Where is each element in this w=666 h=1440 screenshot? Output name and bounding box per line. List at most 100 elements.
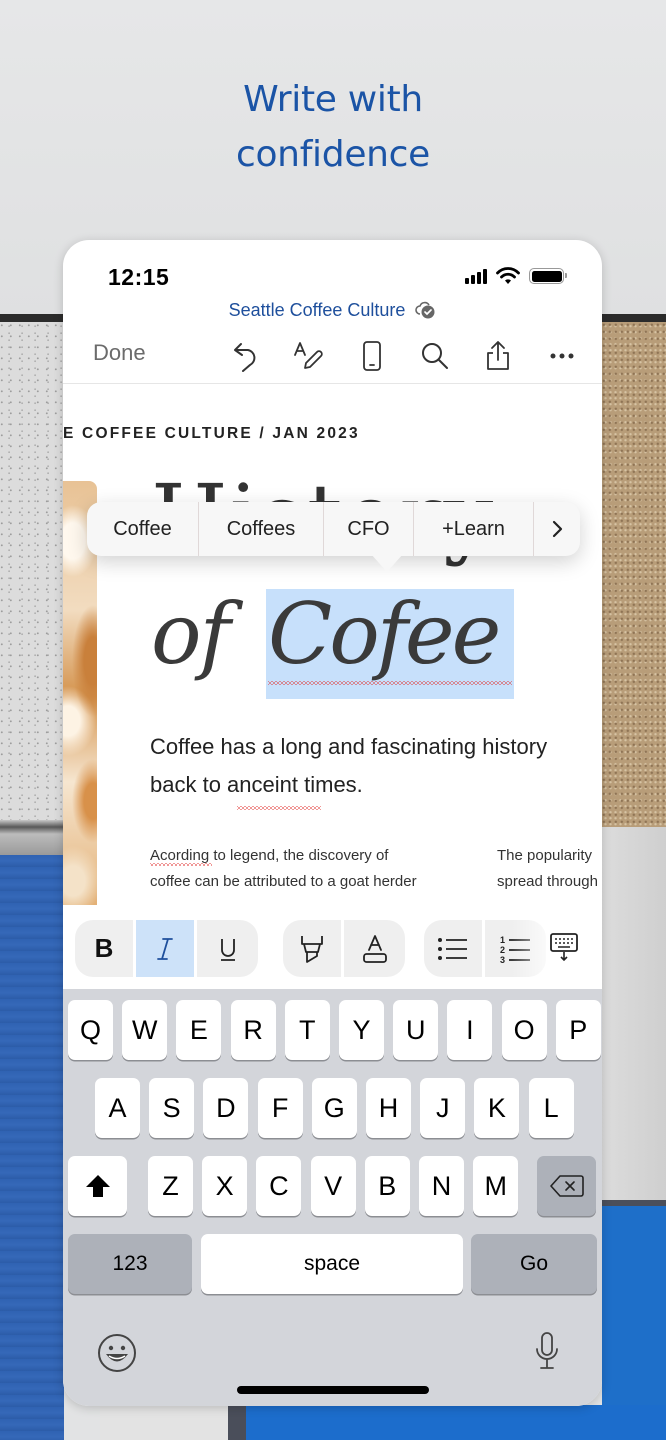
numbers-key[interactable]: 123 xyxy=(68,1234,192,1294)
more-button[interactable] xyxy=(544,338,580,374)
misspelled-word-acording[interactable]: Acording xyxy=(150,847,209,864)
space-key[interactable]: space xyxy=(201,1234,463,1294)
background-bottom-dark xyxy=(228,1405,246,1440)
more-icon xyxy=(550,353,574,359)
document-title-text: Seattle Coffee Culture xyxy=(228,300,406,320)
document-title[interactable]: Seattle Coffee Culture xyxy=(63,300,602,321)
key-y[interactable]: Y xyxy=(339,1000,384,1060)
color-group xyxy=(283,920,405,977)
key-u[interactable]: U xyxy=(393,1000,439,1060)
body-paragraph: Coffee has a long and fascinating histor… xyxy=(150,728,602,804)
suggestion-learn[interactable]: +Learn xyxy=(414,502,534,556)
spellcheck-underline xyxy=(150,863,212,866)
home-indicator[interactable] xyxy=(237,1386,429,1394)
bold-button[interactable]: B xyxy=(75,920,136,977)
body-line-2: back to anceint times. xyxy=(150,766,602,804)
undo-button[interactable] xyxy=(228,338,264,374)
key-p[interactable]: P xyxy=(555,1000,601,1060)
key-v[interactable]: V xyxy=(310,1156,356,1216)
key-z[interactable]: Z xyxy=(148,1156,193,1216)
suggestion-cfo[interactable]: CFO xyxy=(324,502,414,556)
status-icons xyxy=(465,267,567,285)
phone-screen: 12:15 Seattle Coffee Culture Done E COFF… xyxy=(63,240,602,1406)
background-shelf xyxy=(0,820,64,855)
bulleted-list-icon xyxy=(438,937,467,960)
column-2-text: The popularity spread through xyxy=(497,843,598,895)
misspelled-word-anceint[interactable]: anceint xyxy=(227,772,298,797)
bulleted-list-button[interactable] xyxy=(424,920,485,977)
key-n[interactable]: N xyxy=(419,1156,464,1216)
promo-headline-line1: Write with xyxy=(243,79,423,120)
app-toolbar: Done xyxy=(63,332,602,384)
key-b[interactable]: B xyxy=(364,1156,410,1216)
key-d[interactable]: D xyxy=(203,1078,249,1138)
italic-icon xyxy=(157,937,173,960)
background-left-wall xyxy=(0,322,64,827)
dismiss-keyboard-button[interactable] xyxy=(549,932,579,967)
shift-icon xyxy=(85,1175,110,1197)
battery-icon xyxy=(529,268,567,284)
key-g[interactable]: G xyxy=(311,1078,357,1138)
highlight-button[interactable] xyxy=(283,920,344,977)
undo-icon xyxy=(234,343,256,372)
selected-misspelled-word[interactable]: Cofee xyxy=(268,585,501,683)
spellcheck-underline xyxy=(268,681,512,685)
suggestion-coffee[interactable]: Coffee xyxy=(87,502,199,556)
key-r[interactable]: R xyxy=(230,1000,276,1060)
suggestions-more-button[interactable] xyxy=(534,502,580,556)
key-k[interactable]: K xyxy=(474,1078,520,1138)
key-i[interactable]: I xyxy=(447,1000,493,1060)
underline-button[interactable] xyxy=(197,920,258,977)
promo-headline: Write with confidence xyxy=(0,72,666,182)
microphone-icon xyxy=(536,1332,558,1369)
keyboard-dismiss-icon xyxy=(550,933,578,962)
column-1-text: Acording to legend, the discovery of cof… xyxy=(150,843,417,895)
done-button[interactable]: Done xyxy=(93,340,146,366)
key-o[interactable]: O xyxy=(501,1000,547,1060)
spellcheck-underline xyxy=(237,806,321,810)
column-2-line-2: spread through xyxy=(497,873,598,890)
mobile-view-icon xyxy=(363,341,381,371)
key-w[interactable]: W xyxy=(122,1000,168,1060)
underline-icon xyxy=(220,938,235,961)
svg-text:2: 2 xyxy=(500,945,505,955)
font-color-button[interactable] xyxy=(344,920,405,977)
background-blue-left xyxy=(0,855,64,1440)
backspace-key[interactable] xyxy=(537,1156,596,1216)
background-bottom-blue xyxy=(246,1405,666,1440)
go-key[interactable]: Go xyxy=(471,1234,597,1294)
document-canvas[interactable]: E COFFEE CULTURE / JAN 2023 History of C… xyxy=(63,385,602,905)
backspace-icon xyxy=(549,1175,584,1197)
key-t[interactable]: T xyxy=(284,1000,330,1060)
spelling-suggestions-popover: Coffee Coffees CFO +Learn xyxy=(87,502,580,572)
wifi-icon xyxy=(496,267,520,284)
emoji-icon xyxy=(98,1334,136,1372)
draw-pen-icon xyxy=(294,342,323,369)
mobile-view-button[interactable] xyxy=(354,338,390,374)
chevron-right-icon xyxy=(552,520,563,538)
key-a[interactable]: A xyxy=(95,1078,140,1138)
key-m[interactable]: M xyxy=(473,1156,519,1216)
search-button[interactable] xyxy=(417,338,453,374)
key-l[interactable]: L xyxy=(528,1078,574,1138)
column-text-segment: to legend, the discovery of xyxy=(209,847,389,864)
microphone-button[interactable] xyxy=(533,1331,561,1376)
emoji-button[interactable] xyxy=(97,1333,137,1378)
bold-icon: B xyxy=(94,933,114,963)
key-q[interactable]: Q xyxy=(68,1000,113,1060)
shift-key[interactable] xyxy=(68,1156,127,1216)
key-e[interactable]: E xyxy=(176,1000,222,1060)
italic-button[interactable] xyxy=(136,920,197,977)
share-button[interactable] xyxy=(480,338,516,374)
key-h[interactable]: H xyxy=(366,1078,411,1138)
key-j[interactable]: J xyxy=(420,1078,466,1138)
key-f[interactable]: F xyxy=(257,1078,303,1138)
suggestion-coffees[interactable]: Coffees xyxy=(199,502,324,556)
share-icon xyxy=(487,341,509,370)
key-s[interactable]: S xyxy=(149,1078,195,1138)
background-right-wall xyxy=(602,827,666,1202)
draw-button[interactable] xyxy=(291,338,327,374)
key-x[interactable]: X xyxy=(202,1156,248,1216)
search-icon xyxy=(422,343,448,369)
key-c[interactable]: C xyxy=(256,1156,302,1216)
